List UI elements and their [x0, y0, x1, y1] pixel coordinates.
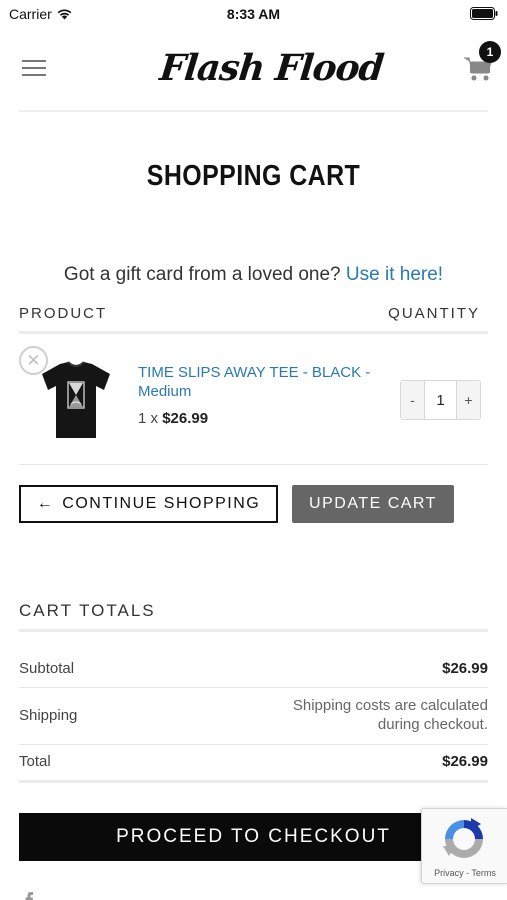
quantity-input[interactable]: 1: [424, 381, 457, 419]
update-cart-button[interactable]: UPDATE CART: [292, 485, 454, 523]
total-label: Total: [19, 753, 51, 770]
header-divider: [19, 110, 488, 112]
menu-icon[interactable]: [22, 58, 48, 78]
column-header-product: PRODUCT: [19, 305, 108, 322]
product-price-line: 1 x $26.99: [138, 410, 208, 427]
logo-text: Flash Flood: [157, 47, 386, 89]
subtotal-label: Subtotal: [19, 660, 75, 677]
subtotal-value: $26.99: [442, 660, 488, 677]
total-value: $26.99: [442, 753, 488, 770]
battery-icon: [470, 7, 498, 20]
gift-card-text: Got a gift card from a loved one?: [63, 264, 341, 285]
product-qty-prefix: 1 x: [138, 410, 159, 427]
shipping-label: Shipping: [19, 707, 78, 724]
product-name-link[interactable]: TIME SLIPS AWAY TEE - BLACK - Medium: [138, 363, 378, 401]
column-header-quantity: QUANTITY: [388, 305, 480, 322]
clock: 8:33 AM: [226, 6, 281, 22]
gift-card-notice: Got a gift card from a loved one? Use it…: [0, 264, 507, 286]
gift-card-link[interactable]: Use it here!: [346, 264, 443, 285]
shipping-note: Shipping costs are calculated during che…: [292, 697, 488, 733]
row-divider: [19, 744, 488, 745]
quantity-stepper[interactable]: - 1 +: [400, 380, 481, 420]
remove-item-button[interactable]: ✕: [19, 346, 48, 375]
site-logo[interactable]: Flash Flood: [154, 40, 385, 96]
close-icon: ✕: [26, 350, 41, 370]
status-bar: Carrier 8:33 AM: [0, 0, 507, 28]
recaptcha-links[interactable]: Privacy - Terms: [422, 868, 507, 878]
quantity-increment-button[interactable]: +: [457, 381, 480, 419]
row-divider: [19, 687, 488, 688]
totals-divider: [19, 629, 488, 632]
item-divider: [19, 464, 488, 465]
recaptcha-badge[interactable]: Privacy - Terms: [421, 808, 507, 884]
product-thumbnail[interactable]: [38, 360, 114, 440]
quantity-decrement-button[interactable]: -: [401, 381, 424, 419]
recaptcha-icon: [443, 818, 483, 858]
product-price: $26.99: [162, 410, 209, 427]
table-divider: [19, 331, 488, 334]
proceed-to-checkout-button[interactable]: PROCEED TO CHECKOUT: [19, 813, 488, 861]
continue-shopping-button[interactable]: ← CONTINUE SHOPPING: [19, 485, 278, 523]
facebook-icon[interactable]: [22, 892, 36, 900]
cart-totals-heading: CART TOTALS: [19, 601, 156, 620]
totals-bottom-divider: [19, 780, 488, 783]
cart-count-badge[interactable]: 1: [479, 41, 501, 63]
continue-shopping-label: CONTINUE SHOPPING: [62, 495, 261, 512]
page-title: SHOPPING CART: [146, 160, 361, 192]
arrow-left-icon: ←: [36, 495, 55, 512]
